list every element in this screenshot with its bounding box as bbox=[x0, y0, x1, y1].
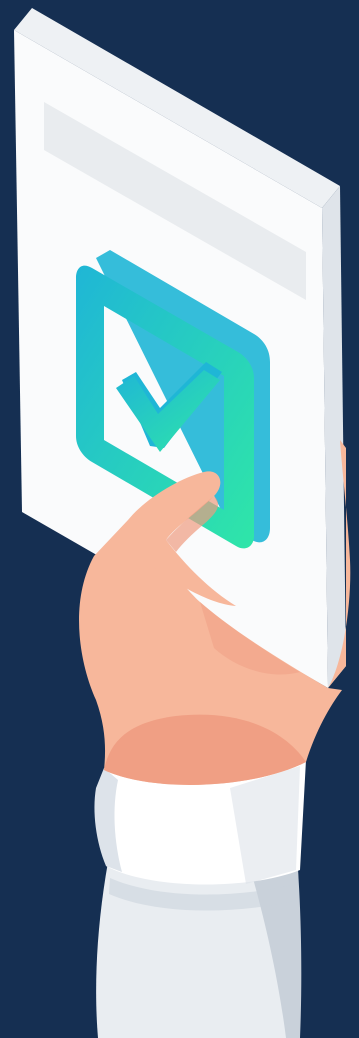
sleeve-icon bbox=[96, 862, 302, 1038]
illustration-canvas bbox=[0, 0, 359, 1038]
